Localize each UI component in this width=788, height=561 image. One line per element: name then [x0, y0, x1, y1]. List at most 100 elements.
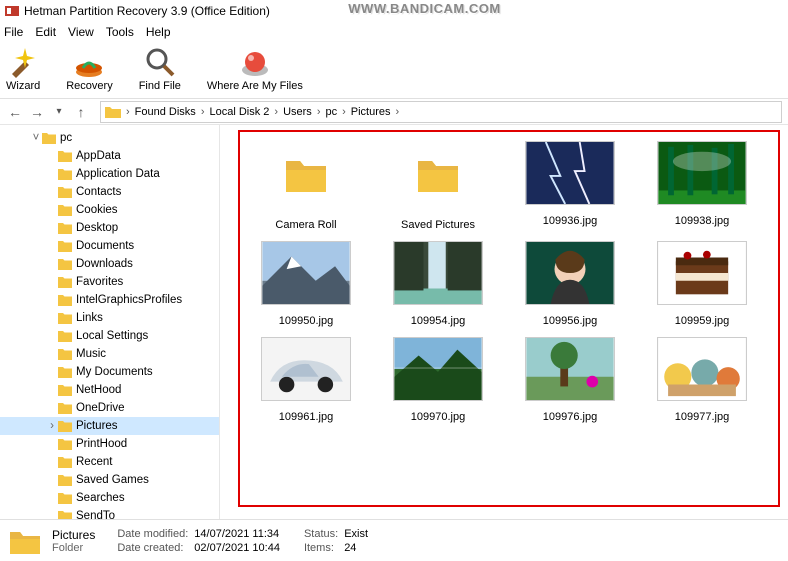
tree-item-searches[interactable]: Searches — [0, 489, 219, 507]
status-bar: Pictures Folder Date modified: 14/07/202… — [0, 519, 788, 561]
tree-item-appdata[interactable]: AppData — [0, 147, 219, 165]
tree-item-label: PrintHood — [76, 438, 127, 450]
menu-tools[interactable]: Tools — [106, 25, 134, 39]
content-pane[interactable]: Camera Roll Saved Pictures109936.jpg 10993… — [220, 125, 788, 519]
menu-edit[interactable]: Edit — [35, 25, 56, 39]
folder-icon — [105, 105, 121, 119]
grid-item-109961-jpg[interactable]: 109961.jpg — [242, 337, 370, 423]
image-thumbnail — [261, 241, 351, 305]
tree-item-label: IntelGraphicsProfiles — [76, 294, 182, 306]
status-status-value: Exist — [344, 528, 368, 540]
tree-item-label: Local Settings — [76, 330, 148, 342]
expand-icon[interactable]: › — [46, 420, 58, 432]
toolbar-find-file[interactable]: Find File — [139, 46, 181, 92]
folder-icon — [8, 526, 42, 556]
tree-item-label: Saved Games — [76, 474, 149, 486]
tree-item-label: Downloads — [76, 258, 133, 270]
menu-view[interactable]: View — [68, 25, 94, 39]
crumb-local-disk-2[interactable]: Local Disk 2 — [209, 106, 269, 118]
status-modified-value: 14/07/2021 11:34 — [194, 528, 280, 540]
grid-item-label: 109976.jpg — [543, 411, 597, 423]
tree-item-application-data[interactable]: Application Data — [0, 165, 219, 183]
tree-item-cookies[interactable]: Cookies — [0, 201, 219, 219]
tree-item-label: Application Data — [76, 168, 160, 180]
grid-item-label: Camera Roll — [275, 219, 336, 231]
recovery-icon — [73, 46, 105, 78]
crumb-pc[interactable]: pc — [325, 106, 337, 118]
crumb-found-disks[interactable]: Found Disks — [135, 106, 196, 118]
grid-item-109959-jpg[interactable]: 109959.jpg — [638, 241, 766, 327]
crumb-users[interactable]: Users — [283, 106, 312, 118]
breadcrumb[interactable]: › Found Disks › Local Disk 2 › Users › p… — [100, 101, 782, 123]
tree-item-sendto[interactable]: SendTo — [0, 507, 219, 519]
grid-item-109938-jpg[interactable]: 109938.jpg — [638, 141, 766, 231]
status-status-label: Status: — [304, 528, 338, 540]
tree-item-nethood[interactable]: NetHood — [0, 381, 219, 399]
tree-item-my-documents[interactable]: My Documents — [0, 363, 219, 381]
image-thumbnail — [657, 241, 747, 305]
menu-help[interactable]: Help — [146, 25, 171, 39]
toolbar-wizard[interactable]: Wizard — [6, 46, 40, 92]
image-thumbnail — [525, 141, 615, 205]
tree-item-label: SendTo — [76, 510, 115, 519]
grid-item-saved-pictures[interactable]: Saved Pictures — [374, 141, 502, 231]
grid-item-label: 109959.jpg — [675, 315, 729, 327]
status-type: Folder — [52, 542, 95, 554]
grid-item-label: 109970.jpg — [411, 411, 465, 423]
grid-item-label: 109938.jpg — [675, 215, 729, 227]
tree-item-label: pc — [60, 132, 72, 144]
status-created-value: 02/07/2021 10:44 — [194, 542, 280, 554]
tree-item-favorites[interactable]: Favorites — [0, 273, 219, 291]
toolbar-recovery[interactable]: Recovery — [66, 46, 112, 92]
grid-item-109954-jpg[interactable]: 109954.jpg — [374, 241, 502, 327]
tree-item-label: Recent — [76, 456, 112, 468]
chevron-right-icon: › — [317, 106, 321, 118]
menu-file[interactable]: File — [4, 25, 23, 39]
nav-up-button[interactable]: ↑ — [72, 103, 90, 121]
tree-item-onedrive[interactable]: OneDrive — [0, 399, 219, 417]
folder-tree[interactable]: ˅ pc AppData Application Data Contacts Cookie… — [0, 125, 220, 519]
nav-forward-button[interactable]: → — [28, 103, 46, 121]
menu-bar: File Edit View Tools Help — [0, 22, 788, 42]
collapse-icon[interactable]: ˅ — [30, 132, 42, 144]
image-thumbnail — [525, 337, 615, 401]
tree-item-label: Links — [76, 312, 103, 324]
grid-item-109936-jpg[interactable]: 109936.jpg — [506, 141, 634, 231]
tree-item-saved-games[interactable]: Saved Games — [0, 471, 219, 489]
nav-back-button[interactable]: ← — [6, 103, 24, 121]
grid-item-109970-jpg[interactable]: 109970.jpg — [374, 337, 502, 423]
app-title: Hetman Partition Recovery 3.9 (Office Ed… — [24, 4, 270, 18]
tree-item-label: Music — [76, 348, 106, 360]
tree-item-links[interactable]: Links — [0, 309, 219, 327]
toolbar-where-files[interactable]: Where Are My Files — [207, 46, 303, 92]
tree-item-label: Contacts — [76, 186, 121, 198]
tree-item-label: Desktop — [76, 222, 118, 234]
grid-item-camera-roll[interactable]: Camera Roll — [242, 141, 370, 231]
grid-item-109950-jpg[interactable]: 109950.jpg — [242, 241, 370, 327]
tree-item-intelgraphicsprofiles[interactable]: IntelGraphicsProfiles — [0, 291, 219, 309]
tree-item-recent[interactable]: Recent — [0, 453, 219, 471]
folder-icon — [414, 151, 462, 199]
chevron-right-icon: › — [126, 106, 130, 118]
toolbar-recovery-label: Recovery — [66, 80, 112, 92]
status-items-value: 24 — [344, 542, 368, 554]
tree-item-printhood[interactable]: PrintHood — [0, 435, 219, 453]
grid-item-109956-jpg[interactable]: 109956.jpg — [506, 241, 634, 327]
tree-item-desktop[interactable]: Desktop — [0, 219, 219, 237]
tree-item-label: Documents — [76, 240, 134, 252]
grid-item-109976-jpg[interactable]: 109976.jpg — [506, 337, 634, 423]
tree-item-documents[interactable]: Documents — [0, 237, 219, 255]
body: ˅ pc AppData Application Data Contacts Cookie… — [0, 125, 788, 519]
tree-item-pictures[interactable]: ›Pictures — [0, 417, 219, 435]
nav-recent-button[interactable]: ▾ — [50, 103, 68, 121]
tree-item-label: NetHood — [76, 384, 121, 396]
tree-item-downloads[interactable]: Downloads — [0, 255, 219, 273]
app-icon — [4, 3, 20, 19]
crumb-pictures[interactable]: Pictures — [351, 106, 391, 118]
grid-item-109977-jpg[interactable]: 109977.jpg — [638, 337, 766, 423]
chevron-right-icon: › — [201, 106, 205, 118]
tree-item-local-settings[interactable]: Local Settings — [0, 327, 219, 345]
tree-root-pc[interactable]: ˅ pc — [0, 129, 219, 147]
tree-item-music[interactable]: Music — [0, 345, 219, 363]
tree-item-contacts[interactable]: Contacts — [0, 183, 219, 201]
